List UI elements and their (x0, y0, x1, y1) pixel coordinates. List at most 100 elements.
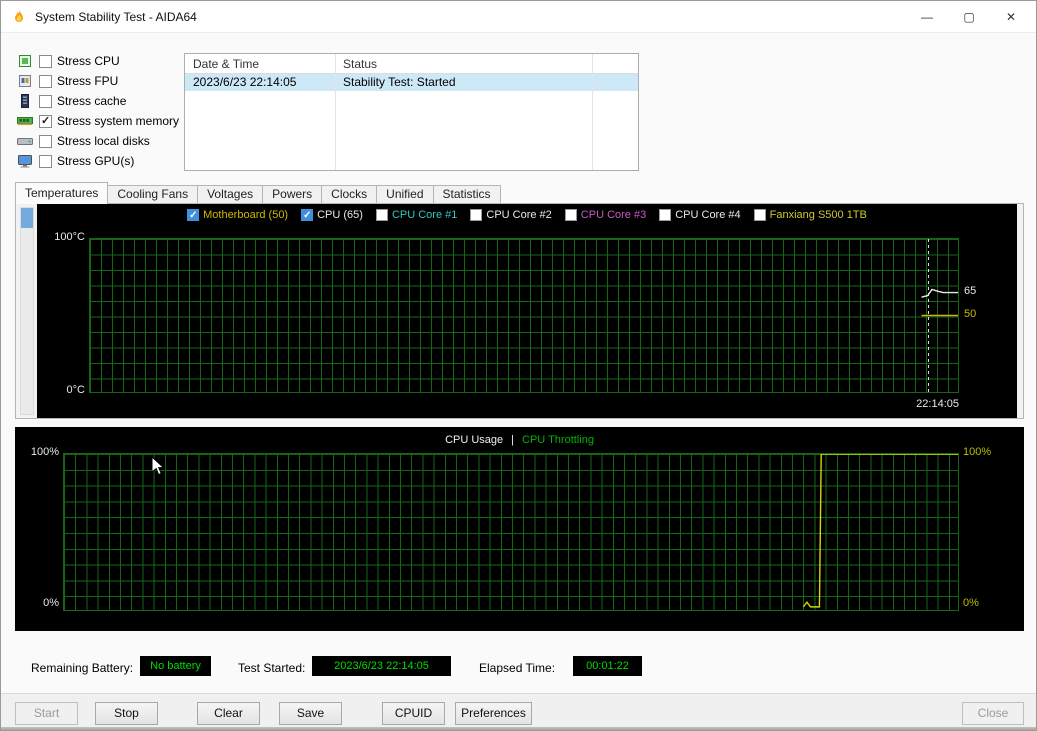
legend-cpu-core-4-label: CPU Core #4 (675, 209, 741, 221)
legend-cpu-checkbox[interactable] (301, 209, 314, 222)
stop-button[interactable]: Stop (95, 702, 158, 725)
usage-title-cpu-throttling: CPU Throttling (522, 434, 594, 446)
column-header-datetime[interactable]: Date & Time (193, 54, 259, 74)
legend-cpu-core-2[interactable]: CPU Core #2 (470, 209, 552, 221)
cache-icon (21, 94, 29, 108)
series-cpu-65- (922, 289, 958, 297)
tab-powers[interactable]: Powers (263, 185, 323, 204)
usage-axis-max-label: 100% (30, 446, 59, 458)
window-title: System Stability Test - AIDA64 (35, 10, 197, 24)
stress-gpu-checkbox[interactable] (39, 154, 52, 168)
chart-scrollbar-thumb[interactable] (21, 208, 33, 228)
test-started-value: 2023/6/23 22:14:05 (312, 656, 451, 676)
usage-chart-title: CPU Usage | CPU Throttling (15, 434, 1024, 446)
tab-statistics[interactable]: Statistics (433, 185, 501, 204)
legend-cpu-core-2-label: CPU Core #2 (486, 209, 552, 221)
cpuid-button[interactable]: CPUID (382, 702, 445, 725)
legend-cpu-core-3[interactable]: CPU Core #3 (564, 209, 647, 221)
close-button[interactable]: Close (962, 702, 1024, 725)
maximize-button[interactable]: ▢ (948, 1, 990, 33)
stress-option-disks[interactable]: Stress local disks (17, 131, 179, 151)
start-button[interactable]: Start (15, 702, 78, 725)
gpu-icon (18, 155, 32, 168)
stress-memory-label: Stress system memory (57, 114, 180, 128)
temperatures-tab-page: Motherboard (50) CPU (65) CPU Core #1 CP… (15, 203, 1024, 419)
temperature-plot-area (89, 238, 959, 393)
legend-cpu-core-3-checkbox[interactable] (564, 209, 577, 221)
mouse-cursor (151, 456, 165, 476)
clear-button[interactable]: Clear (197, 702, 260, 725)
stress-fpu-checkbox[interactable] (39, 74, 52, 88)
log-cell-status: Stability Test: Started (343, 75, 456, 89)
legend-cpu[interactable]: CPU (65) (301, 209, 363, 222)
event-log-table[interactable]: Date & Time Status 2023/6/23 22:14:05 St… (184, 53, 639, 171)
legend-fanxiang-ssd-checkbox[interactable] (753, 209, 766, 221)
legend-motherboard[interactable]: Motherboard (50) (187, 209, 288, 222)
temperature-chart: Motherboard (50) CPU (65) CPU Core #1 CP… (37, 204, 1017, 418)
log-cell-datetime: 2023/6/23 22:14:05 (193, 75, 297, 89)
table-column-divider (592, 54, 593, 170)
disk-icon (17, 138, 33, 145)
legend-cpu-core-1-label: CPU Core #1 (391, 209, 458, 221)
stress-cpu-checkbox[interactable] (39, 54, 52, 68)
window-bottom-edge (1, 727, 1036, 730)
usage-right-axis-min-label: 0% (963, 597, 979, 609)
temperature-legend: Motherboard (50) CPU (65) CPU Core #1 CP… (37, 209, 1017, 222)
stress-disks-label: Stress local disks (57, 134, 150, 148)
minimize-button[interactable]: — (906, 1, 948, 33)
cpu-usage-chart: CPU Usage | CPU Throttling 100% 0% 100% 0% (15, 427, 1024, 631)
temp-axis-max-label: 100°C (54, 231, 85, 243)
legend-cpu-core-2-checkbox[interactable] (470, 209, 483, 221)
close-window-button[interactable]: ✕ (990, 1, 1032, 33)
log-row-test-started[interactable]: 2023/6/23 22:14:05 Stability Test: Start… (185, 74, 638, 91)
legend-fanxiang-ssd[interactable]: Fanxiang S500 1TB (753, 209, 867, 221)
temp-current-motherboard-value: 50 (964, 308, 977, 320)
usage-right-axis-max-label: 100% (963, 446, 992, 458)
memory-icon (17, 117, 33, 126)
temp-time-axis-label: 22:14:05 (916, 398, 959, 410)
temp-current-cpu-value: 65 (964, 285, 977, 297)
tab-voltages[interactable]: Voltages (198, 185, 264, 204)
log-table-header: Date & Time Status (185, 54, 638, 74)
table-column-divider (335, 54, 336, 170)
legend-cpu-core-1[interactable]: CPU Core #1 (375, 209, 458, 221)
usage-title-cpu-usage: CPU Usage (445, 434, 504, 446)
legend-motherboard-checkbox[interactable] (187, 209, 200, 222)
legend-cpu-core-4[interactable]: CPU Core #4 (659, 209, 741, 221)
stress-memory-checkbox[interactable] (39, 114, 52, 128)
tab-temperatures[interactable]: Temperatures (15, 182, 109, 204)
stress-cache-label: Stress cache (57, 94, 127, 108)
fpu-icon (19, 75, 31, 87)
temp-axis-min-label: 0°C (66, 384, 85, 396)
stress-option-cache[interactable]: Stress cache (17, 91, 179, 111)
tab-cooling-fans[interactable]: Cooling Fans (108, 185, 199, 204)
stress-gpu-label: Stress GPU(s) (57, 154, 135, 168)
test-started-label: Test Started: (238, 661, 306, 675)
title-bar[interactable]: System Stability Test - AIDA64 — ▢ ✕ (1, 1, 1036, 33)
tab-clocks[interactable]: Clocks (322, 185, 378, 204)
stability-test-window: System Stability Test - AIDA64 — ▢ ✕ Str… (0, 0, 1037, 731)
usage-plot-area (63, 453, 959, 611)
legend-cpu-core-1-checkbox[interactable] (375, 209, 388, 221)
legend-cpu-core-3-label: CPU Core #3 (580, 209, 647, 221)
cpu-icon (19, 55, 31, 67)
stress-option-memory[interactable]: Stress system memory (17, 111, 179, 131)
legend-cpu-label: CPU (65) (317, 209, 363, 221)
status-row: Remaining Battery: No battery Test Start… (1, 649, 1036, 685)
save-button[interactable]: Save (279, 702, 342, 725)
stress-option-fpu[interactable]: Stress FPU (17, 71, 179, 91)
chart-tabs: Temperatures Cooling Fans Voltages Power… (15, 182, 501, 204)
stress-option-cpu[interactable]: Stress CPU (17, 51, 179, 71)
column-header-status[interactable]: Status (343, 54, 377, 74)
stress-disks-checkbox[interactable] (39, 134, 52, 148)
remaining-battery-label: Remaining Battery: (31, 661, 134, 675)
preferences-button[interactable]: Preferences (455, 702, 532, 725)
button-bar: Start Stop Clear Save CPUID Preferences … (1, 693, 1036, 727)
stress-cache-checkbox[interactable] (39, 94, 52, 108)
stress-option-gpu[interactable]: Stress GPU(s) (17, 151, 179, 171)
chart-scrollbar[interactable] (20, 207, 34, 415)
tab-unified[interactable]: Unified (377, 185, 434, 204)
elapsed-time-label: Elapsed Time: (479, 661, 556, 675)
legend-cpu-core-4-checkbox[interactable] (659, 209, 672, 221)
usage-title-separator: | (511, 434, 514, 446)
